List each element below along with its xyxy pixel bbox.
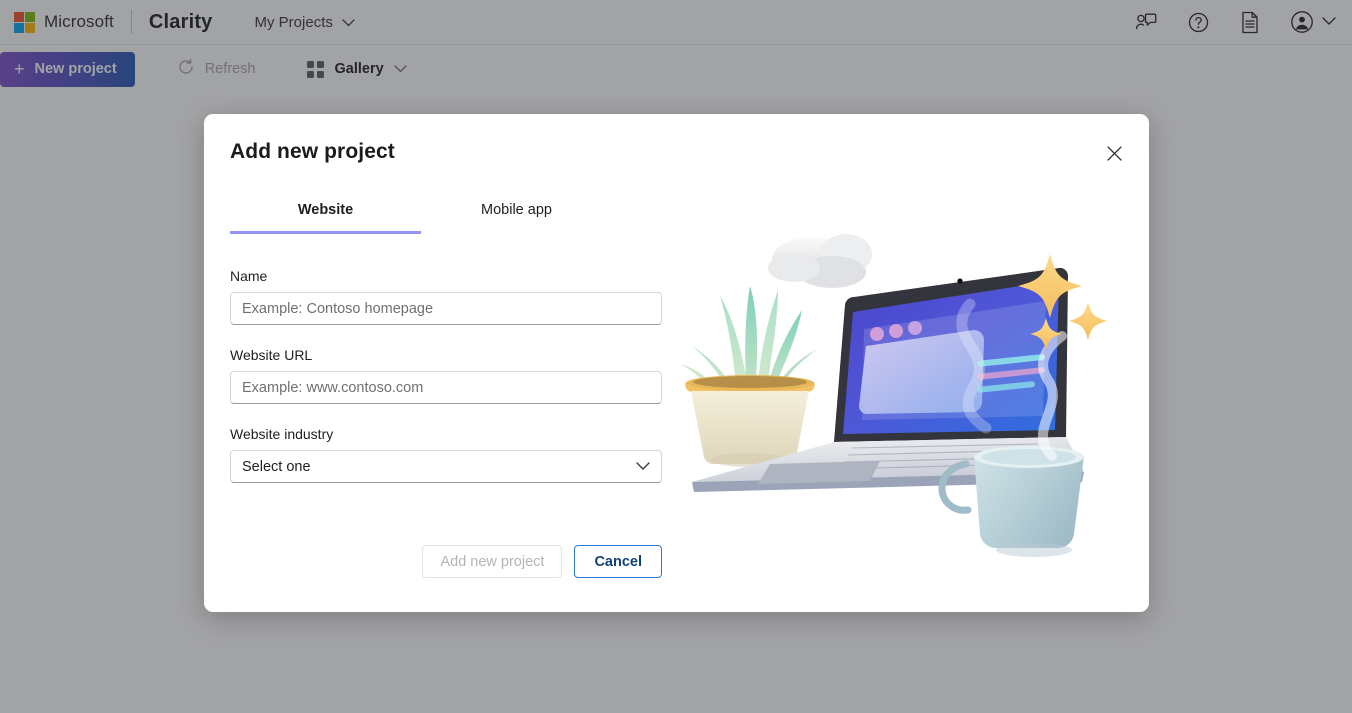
cancel-button[interactable]: Cancel xyxy=(574,545,662,578)
cloud-shape xyxy=(768,234,872,288)
name-label: Name xyxy=(230,268,268,284)
dialog-actions: Add new project Cancel xyxy=(230,545,662,578)
tab-mobile-app-label: Mobile app xyxy=(481,202,552,218)
add-new-project-dialog: Add new project Website Mobile app Name … xyxy=(204,114,1149,612)
laptop-plant-coffee-illustration xyxy=(674,224,1129,564)
website-url-input[interactable] xyxy=(230,371,662,404)
potted-plant xyxy=(680,286,816,467)
website-url-label: Website URL xyxy=(230,347,313,363)
tab-website[interactable]: Website xyxy=(230,202,421,234)
website-industry-select[interactable]: Select one xyxy=(230,450,662,483)
website-industry-select-wrap: Select one xyxy=(230,450,662,483)
tab-website-label: Website xyxy=(297,202,354,218)
project-form: Name Website URL Website industry Select… xyxy=(230,268,662,505)
dialog-tabs: Website Mobile app xyxy=(230,202,612,234)
tab-mobile-app[interactable]: Mobile app xyxy=(421,202,612,234)
field-website-url: Website URL xyxy=(230,347,662,404)
name-input[interactable] xyxy=(230,292,662,325)
website-industry-label: Website industry xyxy=(230,426,334,442)
add-new-project-submit-button: Add new project xyxy=(422,545,563,578)
field-name: Name xyxy=(230,268,662,325)
field-website-industry: Website industry Select one xyxy=(230,426,662,483)
dialog-title: Add new project xyxy=(230,140,395,163)
clarity-app-window: Microsoft Clarity My Projects + New proj… xyxy=(0,0,1352,713)
close-icon[interactable] xyxy=(1101,140,1127,166)
website-industry-value: Select one xyxy=(242,458,311,475)
